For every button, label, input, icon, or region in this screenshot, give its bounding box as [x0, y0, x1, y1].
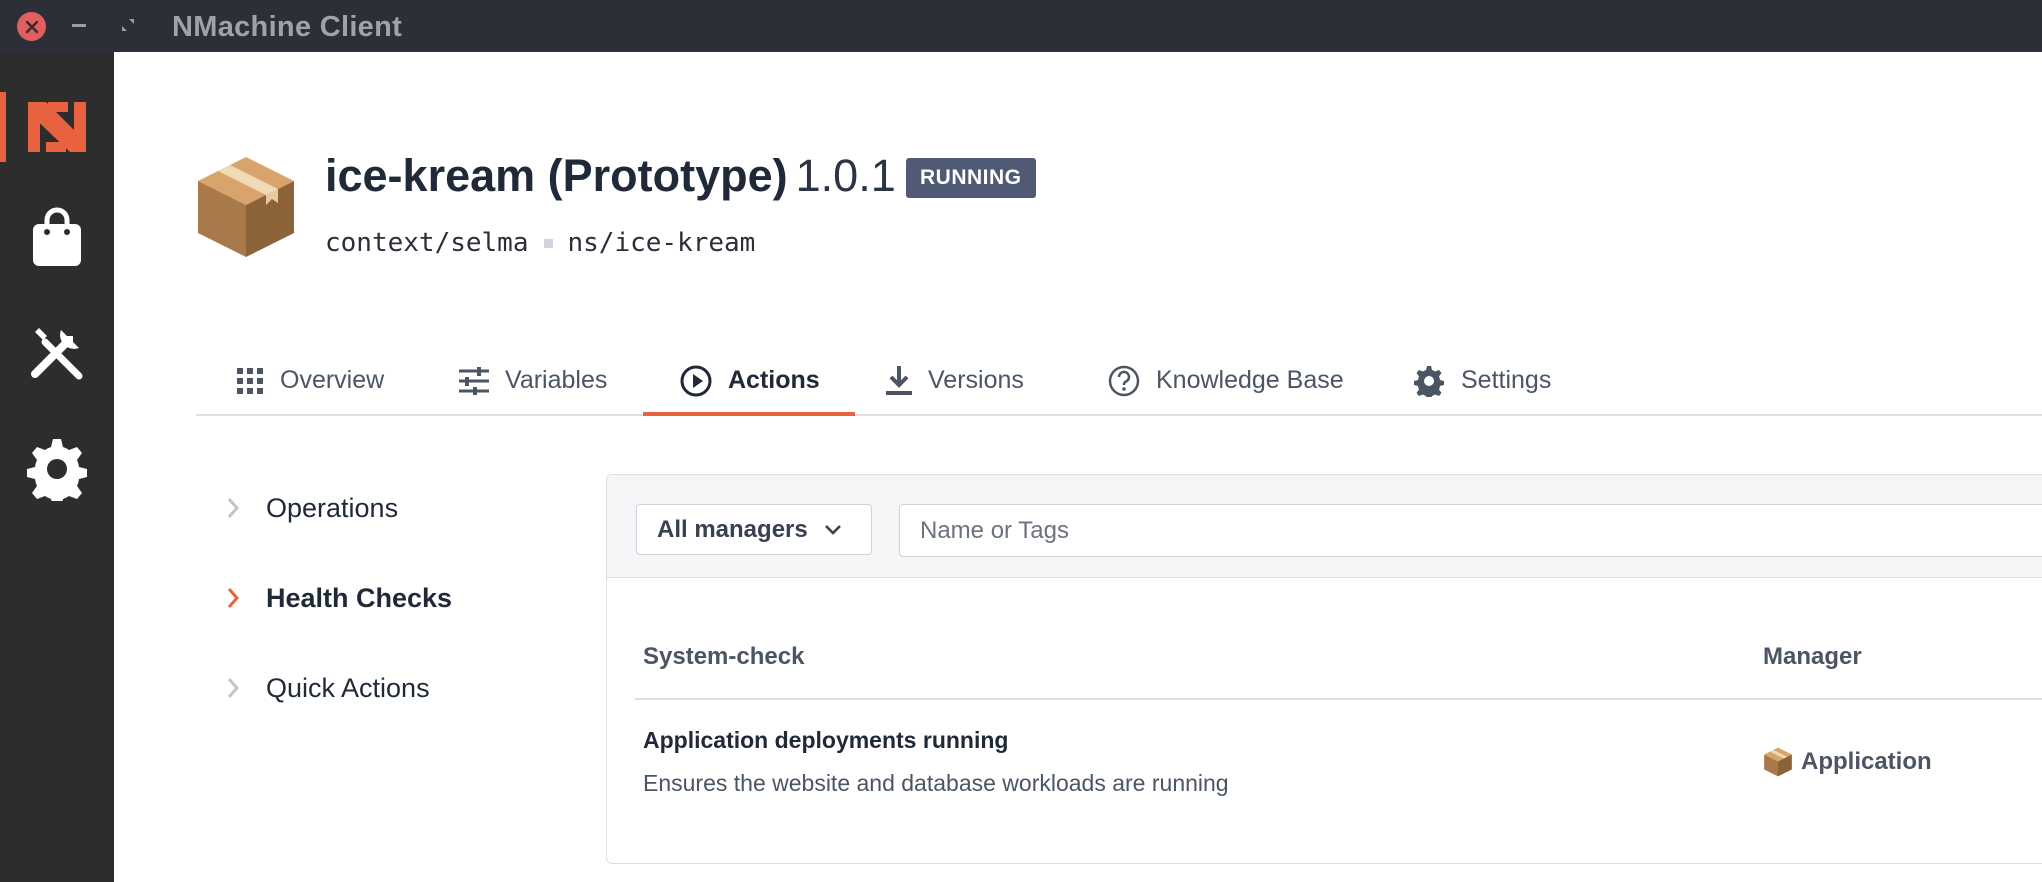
tab-label: Settings [1461, 366, 1552, 394]
cog-icon [1414, 365, 1444, 397]
submenu-label: Operations [266, 492, 399, 523]
help-circle-icon [1108, 365, 1140, 396]
filter-bar: All managers [607, 475, 2042, 578]
search-input[interactable] [899, 504, 2042, 557]
window-close-button[interactable] [17, 12, 46, 41]
window-titlebar: NMachine Client [0, 0, 2042, 52]
check-description: Ensures the website and database workloa… [643, 770, 1229, 796]
sidebar-item-logo[interactable] [0, 72, 114, 182]
column-header-manager[interactable]: Manager [1763, 643, 1862, 671]
tab-versions[interactable]: Versions [886, 345, 1024, 416]
tab-label: Versions [928, 366, 1024, 394]
play-circle-icon [680, 365, 712, 396]
context-line: context/selma ns/ice-kream [325, 228, 755, 258]
table-header-divider [635, 698, 2042, 700]
sliders-icon [459, 366, 489, 395]
sidebar-item-tools[interactable] [0, 297, 114, 407]
window-maximize-button[interactable] [120, 17, 136, 33]
manager-select[interactable]: All managers [636, 504, 872, 555]
submenu-item-operations[interactable]: Operations [226, 486, 398, 530]
submenu-label: Quick Actions [266, 672, 430, 703]
health-checks-panel: All managers System-check Manager Applic… [606, 474, 2042, 864]
tab-settings[interactable]: Settings [1413, 345, 1551, 416]
tab-knowledge-base[interactable]: Knowledge Base [1108, 345, 1344, 416]
tab-label: Actions [728, 366, 820, 394]
tab-actions[interactable]: Actions [680, 345, 820, 416]
tab-bar: Overview Variables Actions Versions Know… [196, 345, 2042, 416]
tools-icon [31, 328, 83, 380]
check-title: Application deployments running [643, 727, 1009, 753]
window-minimize-button[interactable] [72, 24, 86, 27]
manager-label: Application [1801, 748, 1932, 775]
gear-icon [27, 439, 87, 501]
grid-icon [237, 367, 263, 394]
namespace-label: ns/ice-kream [567, 228, 756, 258]
package-icon [1764, 747, 1792, 777]
context-separator [543, 238, 553, 248]
active-tab-indicator [643, 412, 855, 416]
status-badge: RUNNING [906, 158, 1036, 198]
app-name: ice-kream (Prototype) [325, 150, 788, 201]
submenu-item-quick-actions[interactable]: Quick Actions [226, 666, 430, 710]
tab-overview[interactable]: Overview [236, 345, 384, 416]
chevron-down-icon [824, 524, 841, 535]
tab-variables[interactable]: Variables [459, 345, 607, 416]
column-header-system-check[interactable]: System-check [643, 643, 804, 671]
submenu-label: Health Checks [266, 582, 453, 613]
tab-label: Overview [280, 366, 385, 394]
sidebar-item-settings[interactable] [0, 414, 114, 524]
shopping-bag-icon [33, 207, 81, 266]
package-icon [196, 155, 296, 259]
chevron-right-icon [227, 588, 240, 608]
download-icon [886, 365, 912, 395]
check-manager: Application [1763, 747, 1932, 777]
chevron-right-icon [227, 498, 240, 518]
tab-label: Knowledge Base [1156, 366, 1344, 394]
context-label: context/selma [325, 228, 529, 258]
manager-select-value: All managers [657, 515, 808, 543]
maximize-icon [122, 19, 134, 31]
app-title: ice-kream (Prototype) 1.0.1 [325, 150, 896, 202]
nmachine-logo-icon [28, 102, 86, 152]
sidebar-item-store[interactable] [0, 182, 114, 292]
window-title: NMachine Client [172, 11, 403, 43]
submenu-item-health-checks[interactable]: Health Checks [226, 576, 452, 620]
app-version: 1.0.1 [795, 150, 896, 201]
chevron-right-icon [227, 678, 240, 698]
sidebar [0, 52, 114, 882]
tab-label: Variables [505, 366, 608, 394]
close-icon [25, 20, 38, 33]
